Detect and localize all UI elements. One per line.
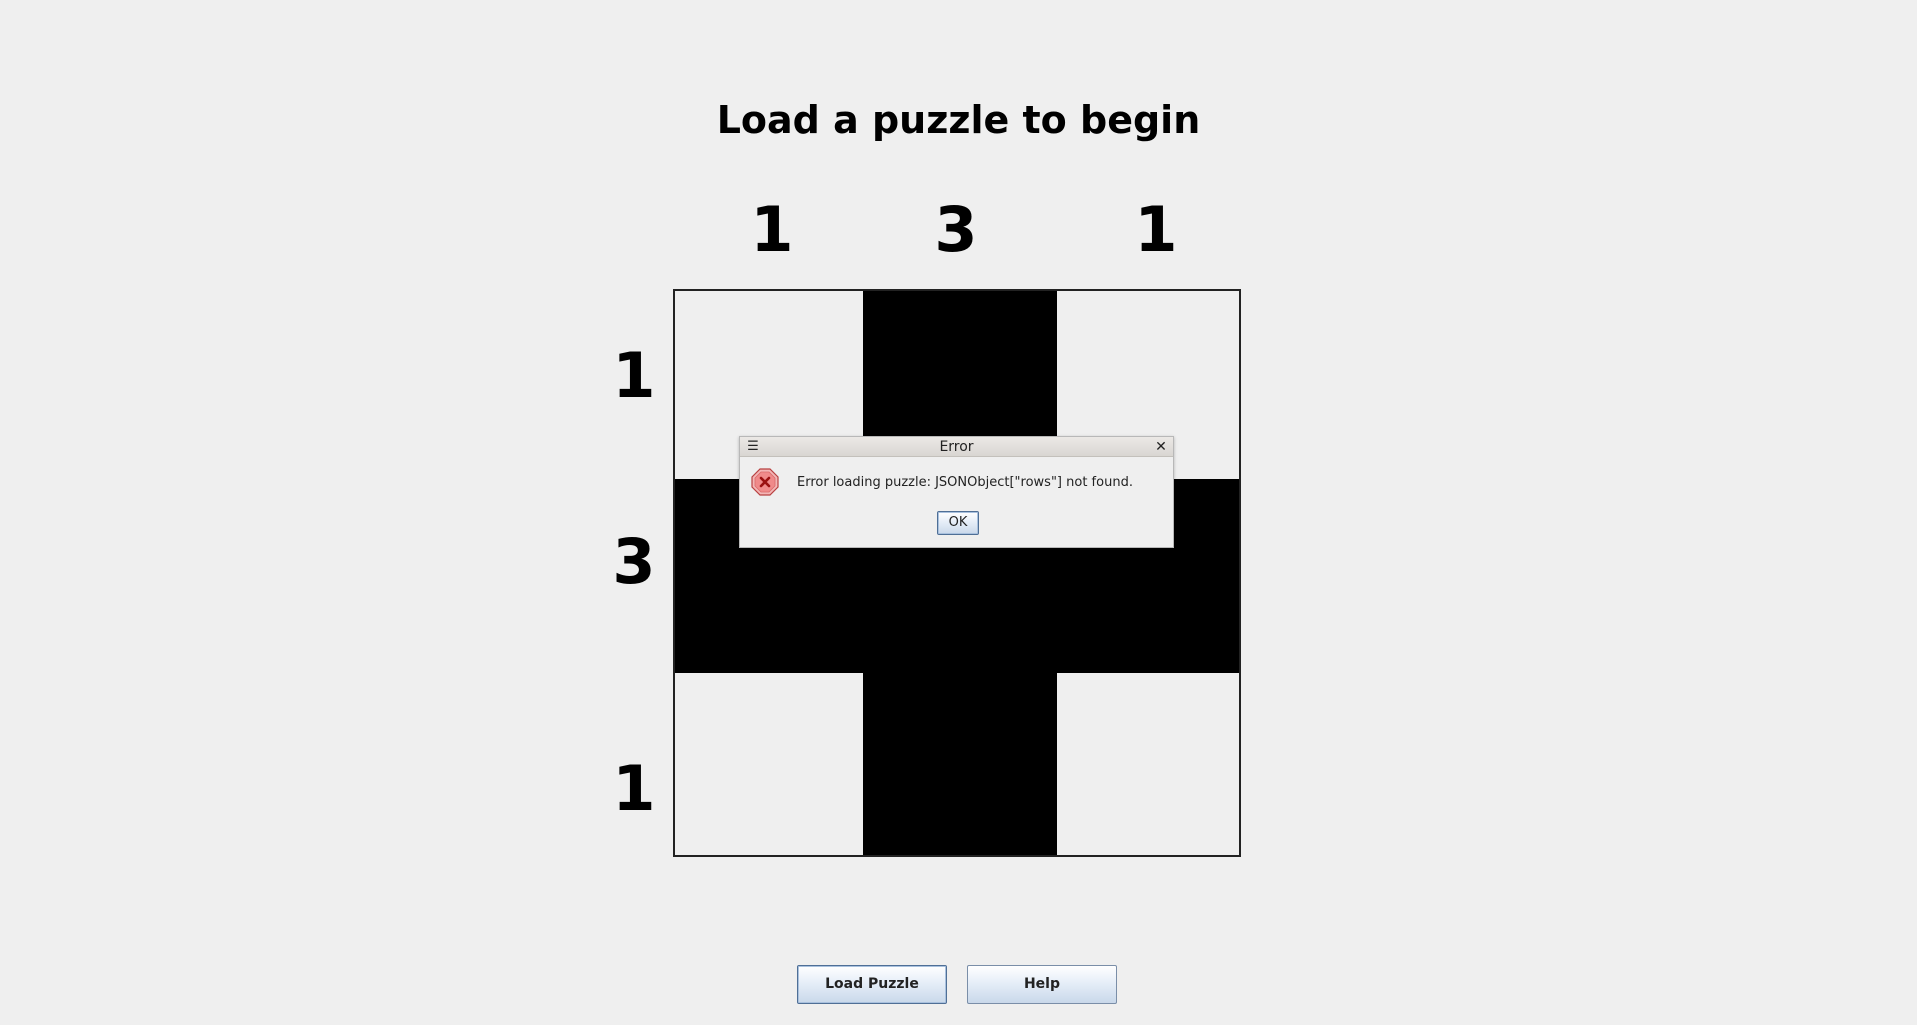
load-puzzle-button[interactable]: Load Puzzle xyxy=(797,965,947,1004)
dialog-title: Error xyxy=(939,439,974,455)
column-clue-3: 1 xyxy=(1134,193,1178,266)
grid-cell-r3-c3[interactable] xyxy=(1057,673,1239,855)
puzzle-grid xyxy=(673,289,1241,857)
column-clue-2: 3 xyxy=(934,193,978,266)
row-clue-1: 1 xyxy=(612,339,656,412)
column-clue-1: 1 xyxy=(750,193,794,266)
help-button[interactable]: Help xyxy=(967,965,1117,1004)
row-clue-2: 3 xyxy=(612,525,656,598)
close-icon[interactable]: ✕ xyxy=(1154,439,1168,455)
puzzle-app-window: Load a puzzle to begin 1 3 1 1 3 1 Load … xyxy=(0,0,1917,1025)
ok-button[interactable]: OK xyxy=(937,511,979,535)
grid-cell-r3-c1[interactable] xyxy=(675,673,863,855)
status-title: Load a puzzle to begin xyxy=(716,98,1201,142)
grid-cell-r3-c2[interactable] xyxy=(863,673,1057,855)
error-dialog: ☰ Error ✕ Error loading puzzle: JSONObje… xyxy=(739,436,1174,548)
row-clue-3: 1 xyxy=(612,752,656,825)
dialog-titlebar[interactable]: ☰ Error ✕ xyxy=(740,437,1173,457)
error-icon xyxy=(751,468,779,496)
dialog-message: Error loading puzzle: JSONObject["rows"]… xyxy=(797,475,1133,490)
